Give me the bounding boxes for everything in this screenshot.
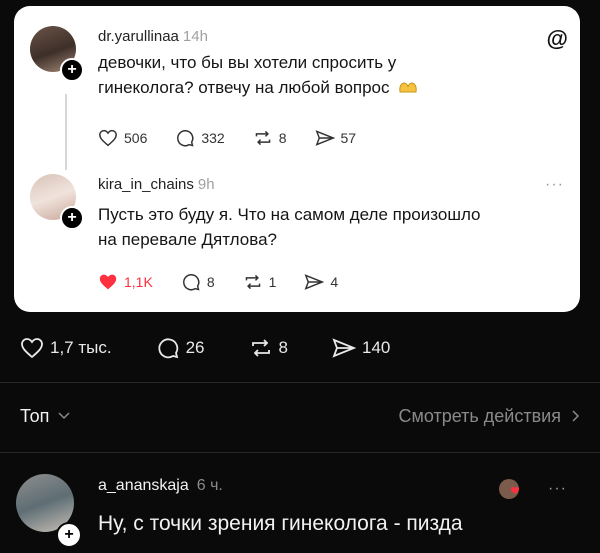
reply-actions: 1,1K 8 1 4 (98, 272, 366, 292)
chevron-right-icon (572, 410, 580, 422)
comment-icon (182, 274, 200, 291)
comment-icon (158, 338, 178, 359)
heart-icon (21, 338, 43, 359)
send-icon (332, 338, 356, 358)
comment-button[interactable]: 8 (181, 272, 215, 292)
repost-icon (251, 339, 270, 357)
post-text: девочки, что бы вы хотели спросить у гин… (98, 50, 418, 100)
comment-time: 6 ч. (196, 477, 223, 494)
repost-icon (255, 130, 271, 146)
follow-plus-icon[interactable]: + (56, 522, 82, 548)
share-button[interactable]: 4 (304, 273, 338, 291)
comment-button[interactable]: 26 (156, 336, 205, 360)
follow-plus-icon[interactable]: + (60, 206, 84, 230)
quoted-post-card[interactable]: @ + dr.yarullinaa 14h девочки, что бы вы … (14, 6, 580, 312)
chevron-down-icon (58, 412, 70, 420)
threads-logo-icon: @ (546, 26, 568, 51)
send-icon (304, 274, 325, 290)
comment-username[interactable]: a_ananskaja 6 ч. (98, 477, 223, 495)
comment-text: Ну, с точки зрения гинеколога - пизда (98, 512, 463, 535)
comment-icon (177, 130, 194, 147)
thread-line (65, 94, 67, 170)
liked-by-author-icon (498, 478, 522, 505)
like-button[interactable]: 506 (98, 129, 147, 147)
like-button[interactable]: 1,1K (98, 273, 153, 291)
more-options-icon[interactable]: ··· (545, 176, 564, 194)
follow-plus-icon[interactable]: + (60, 58, 84, 82)
repost-button[interactable]: 8 (249, 337, 288, 359)
heart-icon (99, 129, 117, 147)
post-stats: 1,7 тыс. 26 8 140 (20, 336, 434, 360)
repost-button[interactable]: 8 (253, 129, 287, 147)
sort-dropdown[interactable]: Топ (20, 406, 70, 427)
post-username[interactable]: dr.yarullinaa 14h (98, 28, 208, 45)
share-button[interactable]: 57 (315, 129, 356, 147)
reply-username[interactable]: kira_in_chains 9h (98, 176, 215, 193)
sort-bar: Топ Смотреть действия (20, 400, 580, 432)
reply-time: 9h (197, 176, 215, 193)
more-options-icon[interactable]: ··· (548, 480, 567, 498)
post-time: 14h (182, 28, 208, 45)
heart-hands-emoji-icon (399, 82, 417, 93)
heart-filled-icon (99, 274, 117, 290)
see-actions-link[interactable]: Смотреть действия (399, 406, 580, 427)
comment-button[interactable]: 332 (175, 128, 225, 148)
like-button[interactable]: 1,7 тыс. (20, 337, 112, 359)
divider (0, 382, 600, 383)
send-icon (315, 130, 335, 146)
reply-text: Пусть это буду я. Что на самом деле прои… (98, 205, 481, 249)
repost-icon (245, 274, 260, 290)
share-button[interactable]: 140 (332, 337, 390, 359)
divider (0, 452, 600, 453)
repost-button[interactable]: 1 (243, 273, 276, 291)
post-actions: 506 332 8 57 (98, 128, 384, 148)
